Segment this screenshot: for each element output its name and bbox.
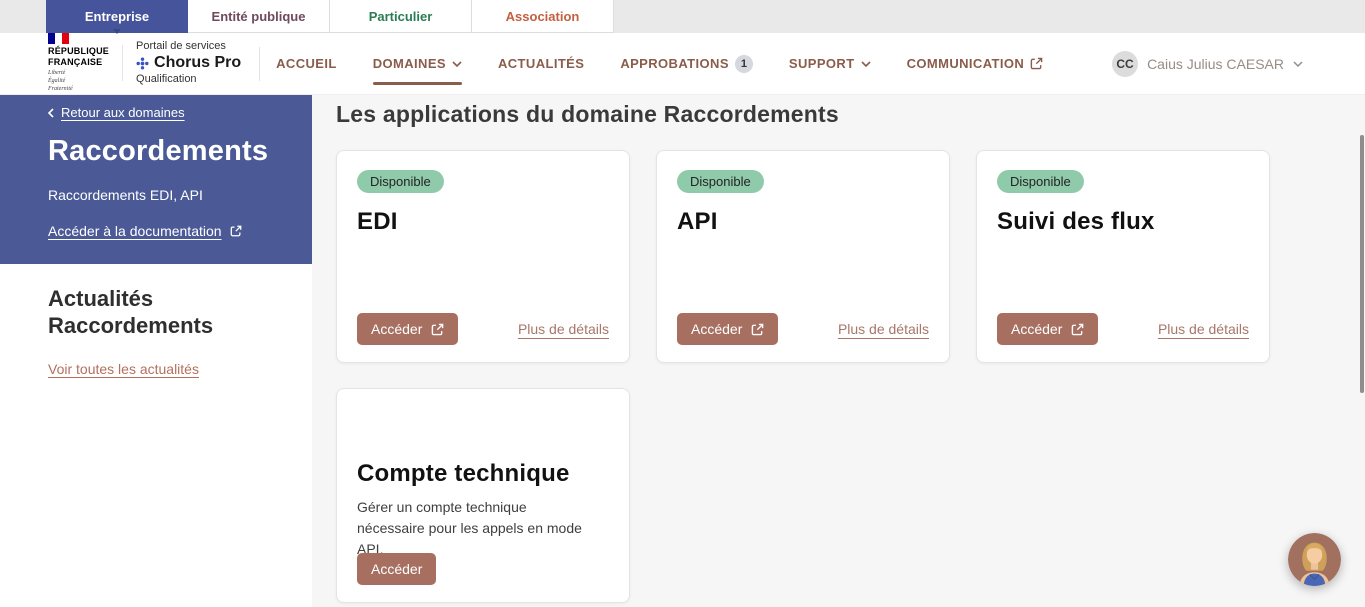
user-avatar: CC — [1112, 50, 1139, 77]
tab-entite-publique[interactable]: Entité publique — [188, 0, 330, 33]
nav-domaines[interactable]: DOMAINES — [372, 33, 463, 95]
card-title: Suivi des flux — [997, 208, 1155, 235]
card-title: API — [677, 208, 718, 235]
header-divider — [259, 46, 261, 81]
tab-association-label: Association — [505, 8, 580, 24]
motto: Liberté Égalité Fraternité — [48, 70, 73, 92]
external-link-icon — [1072, 323, 1084, 335]
details-link[interactable]: Plus de détails — [1158, 321, 1249, 337]
card-description: Gérer un compte technique nécessaire pou… — [357, 499, 582, 557]
app-card-api: Disponible API Accéder Plus de détails — [656, 150, 950, 363]
app-card-compte-technique: Compte technique Gérer un compte techniq… — [336, 388, 630, 603]
external-link-icon — [1030, 57, 1043, 70]
main-nav: ACCUEIL DOMAINES ACTUALITÉS APPROBATIONS… — [276, 33, 1043, 95]
documentation-link[interactable]: Accéder à la documentation — [48, 223, 288, 239]
tab-particulier-label: Particulier — [368, 8, 433, 24]
tab-particulier[interactable]: Particulier — [330, 0, 472, 33]
status-badge: Disponible — [997, 170, 1084, 193]
nav-accueil[interactable]: ACCUEIL — [276, 33, 337, 95]
back-to-domains-link[interactable]: Retour aux domaines — [48, 105, 288, 120]
domain-hero: Retour aux domaines Raccordements Raccor… — [0, 95, 312, 264]
application-cards: Disponible EDI Accéder Plus de détails D… — [336, 150, 1276, 603]
main-header: RÉPUBLIQUE FRANÇAISE Liberté Égalité Fra… — [0, 33, 1365, 95]
status-badge: Disponible — [677, 170, 764, 193]
approbations-count-badge: 1 — [734, 54, 753, 73]
news-title: Actualités Raccordements — [48, 286, 214, 338]
brand-block[interactable]: RÉPUBLIQUE FRANÇAISE Liberté Égalité Fra… — [48, 33, 241, 93]
republique-line1: RÉPUBLIQUE — [48, 46, 110, 57]
chevron-down-icon — [452, 60, 462, 67]
vertical-scrollbar[interactable] — [1360, 135, 1364, 393]
external-link-icon — [230, 225, 241, 237]
card-title: EDI — [357, 208, 398, 235]
tab-entreprise[interactable]: Entreprise — [46, 0, 188, 34]
details-link[interactable]: Plus de détails — [518, 321, 609, 337]
nav-communication[interactable]: COMMUNICATION — [907, 33, 1044, 95]
republique-francaise-logo: RÉPUBLIQUE FRANÇAISE Liberté Égalité Fra… — [48, 33, 109, 93]
status-badge: Disponible — [357, 170, 444, 193]
brand-divider — [122, 45, 124, 82]
access-button[interactable]: Accéder — [997, 313, 1099, 345]
main-panel: Les applications du domaine Raccordement… — [312, 95, 1365, 607]
card-title: Compte technique — [357, 460, 570, 487]
environment-label: Qualification — [136, 73, 197, 86]
user-name: Caius Julius CAESAR — [1147, 55, 1284, 72]
product-name: Chorus Pro — [154, 54, 242, 72]
chevron-down-icon — [1293, 60, 1303, 67]
tab-entreprise-label: Entreprise — [84, 9, 150, 24]
access-button[interactable]: Accéder — [677, 313, 779, 345]
active-tab-pointer — [113, 29, 121, 38]
domain-subtitle: Raccordements EDI, API — [48, 187, 203, 203]
details-link[interactable]: Plus de détails — [838, 321, 929, 337]
tab-entite-publique-label: Entité publique — [211, 8, 306, 24]
chevron-left-icon — [48, 107, 54, 118]
tab-association[interactable]: Association — [472, 0, 614, 33]
nav-approbations[interactable]: APPROBATIONS 1 — [620, 33, 753, 95]
republique-line2: FRANÇAISE — [48, 56, 103, 67]
app-card-suivi-des-flux: Disponible Suivi des flux Accéder Plus d… — [976, 150, 1270, 363]
chevron-down-icon — [860, 60, 871, 67]
profile-tab-bar: Entreprise Entité publique Particulier A… — [0, 0, 1365, 34]
all-news-link[interactable]: Voir toutes les actualités — [48, 361, 199, 377]
page-content: Retour aux domaines Raccordements Raccor… — [0, 95, 1365, 607]
chorus-pro-icon — [136, 57, 149, 70]
french-flag-icon — [48, 33, 109, 45]
nav-support[interactable]: SUPPORT — [789, 33, 871, 95]
portal-label: Portail de services — [136, 39, 226, 52]
domain-title: Raccordements — [48, 135, 269, 167]
assistant-avatar-icon — [1288, 533, 1341, 586]
nav-actualites[interactable]: ACTUALITÉS — [498, 33, 584, 95]
sidebar: Retour aux domaines Raccordements Raccor… — [0, 95, 312, 607]
app-card-edi: Disponible EDI Accéder Plus de détails — [336, 150, 630, 363]
news-section: Actualités Raccordements Voir toutes les… — [0, 264, 312, 379]
chorus-pro-logo: Portail de services Chorus Pro Qualifica… — [136, 40, 241, 88]
user-menu[interactable]: CC Caius Julius CAESAR — [1112, 50, 1303, 77]
external-link-icon — [752, 323, 764, 335]
access-button[interactable]: Accéder — [357, 553, 437, 585]
assistant-chatbot-button[interactable] — [1288, 533, 1341, 586]
access-button[interactable]: Accéder — [357, 313, 459, 345]
page-title: Les applications du domaine Raccordement… — [336, 101, 839, 127]
external-link-icon — [432, 323, 444, 335]
